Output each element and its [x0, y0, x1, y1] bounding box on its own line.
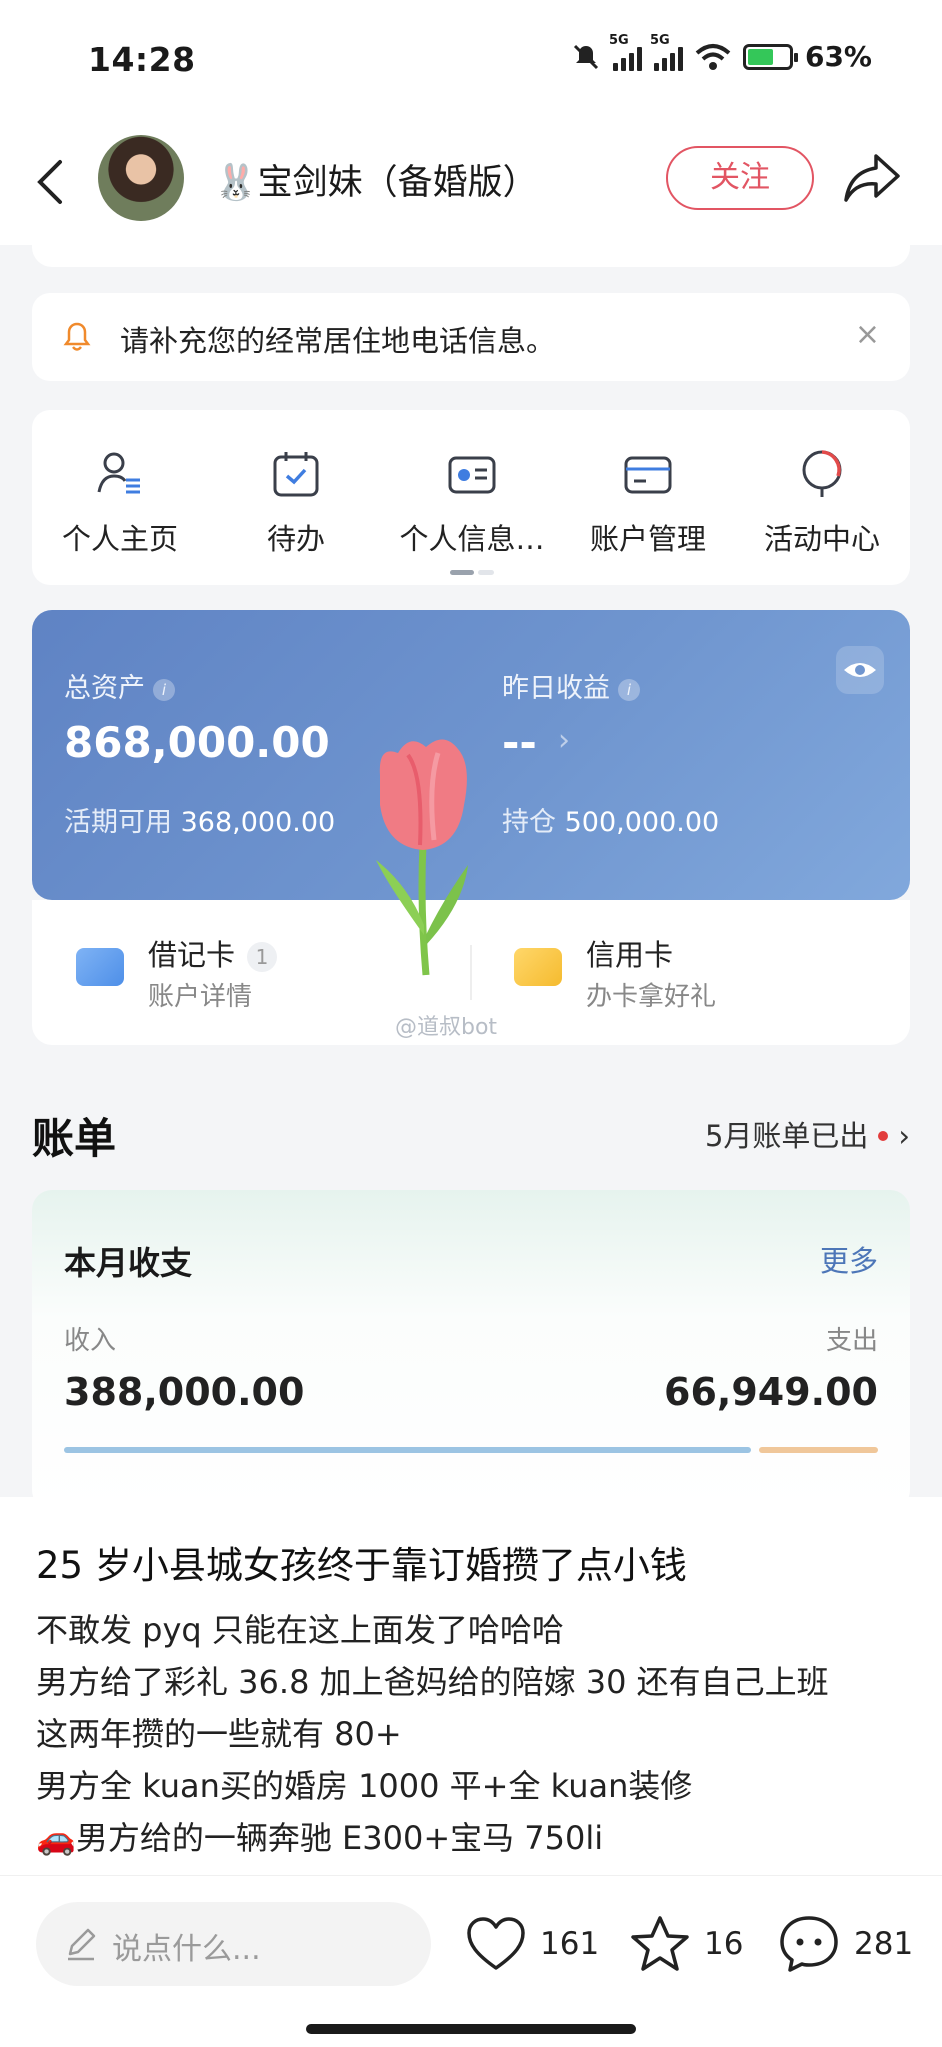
bottom-action-bar: 说点什么... 161 16 281	[0, 1875, 942, 2047]
menu-item-personal-info[interactable]: 个人信息…	[384, 448, 560, 558]
status-icons: 5G 5G 63%	[571, 33, 872, 73]
comment-bubble-icon	[780, 1916, 838, 1972]
bank-app-screenshot: 请补充您的经常居住地电话信息。 × 个人主页 待办 个人信息… 账户管理 活动中…	[0, 245, 942, 1497]
menu-item-activity-center[interactable]: 活动中心	[734, 448, 910, 558]
favorite-button[interactable]: 16	[630, 1904, 743, 1984]
bill-section-title: 账单	[32, 1114, 117, 1163]
signal-icon-2: 5G	[650, 33, 683, 71]
wifi-icon	[695, 43, 731, 70]
comment-count: 281	[854, 1926, 914, 1962]
credit-card-icon	[514, 948, 562, 986]
info-icon: i	[618, 678, 640, 701]
expense-value: 66,949.00	[664, 1370, 878, 1414]
available-balance: 活期可用 368,000.00	[64, 807, 336, 838]
watermark: @道叔bot	[395, 1015, 498, 1040]
avatar[interactable]	[98, 135, 184, 221]
bell-icon	[63, 322, 91, 351]
heart-icon	[467, 1917, 525, 1970]
battery-icon	[742, 43, 798, 70]
more-link[interactable]: 更多	[820, 1238, 878, 1280]
share-icon[interactable]	[842, 150, 902, 206]
holding-value: 持仓 500,000.00	[502, 807, 720, 838]
expense-bar	[759, 1447, 878, 1453]
close-icon[interactable]: ×	[855, 317, 880, 352]
bill-status[interactable]: 5月账单已出 ›	[705, 1113, 910, 1155]
back-icon[interactable]	[30, 152, 70, 212]
credit-card-title[interactable]: 信用卡	[586, 932, 673, 974]
follow-button[interactable]: 关注	[666, 146, 814, 210]
monthly-summary-card[interactable]: 本月收支 更多 收入 支出 388,000.00 66,949.00	[32, 1190, 910, 1497]
menu-item-todo[interactable]: 待办	[208, 448, 384, 558]
status-time: 14:28	[88, 40, 196, 79]
tulip-sticker	[376, 739, 468, 976]
person-list-icon	[97, 452, 140, 494]
total-assets-value: 868,000.00	[64, 718, 330, 767]
like-button[interactable]: 161	[466, 1904, 599, 1984]
battery-percent: 63%	[804, 40, 872, 73]
chevron-right-icon: ›	[318, 723, 330, 758]
income-label: 收入	[64, 1326, 117, 1356]
post-body-line: 男方给了彩礼 36.8 加上爸妈给的陪嫁 30 还有自己上班	[36, 1663, 829, 1701]
debit-card-title[interactable]: 借记卡 1	[148, 932, 278, 974]
info-icon: i	[153, 678, 175, 701]
income-value: 388,000.00	[64, 1370, 305, 1414]
author-nickname[interactable]: 🐰宝剑妹（备婚版）	[214, 154, 538, 205]
debit-card-icon	[76, 948, 124, 986]
post-body-line: 这两年攒的一些就有 80+	[36, 1715, 402, 1753]
yesterday-earnings-value: --	[502, 718, 537, 767]
notice-banner[interactable]: 请补充您的经常居住地电话信息。 ×	[32, 293, 910, 381]
credit-card-subtitle[interactable]: 办卡拿好礼	[586, 976, 716, 1013]
mute-icon	[573, 44, 599, 69]
calendar-check-icon	[273, 452, 319, 497]
chevron-right-icon: ›	[898, 1119, 910, 1153]
quick-menu: 个人主页 待办 个人信息… 账户管理 活动中心	[32, 410, 910, 585]
home-indicator	[306, 2024, 636, 2034]
signal-icon-1: 5G	[609, 33, 642, 71]
id-card-icon	[448, 456, 496, 494]
debit-card-subtitle[interactable]: 账户详情	[148, 976, 252, 1013]
page-indicator	[450, 570, 494, 575]
post-body-line: 不敢发 pyq 只能在这上面发了哈哈哈	[36, 1611, 564, 1649]
menu-item-profile[interactable]: 个人主页	[32, 448, 208, 558]
unread-dot	[878, 1131, 889, 1141]
like-count: 161	[540, 1926, 600, 1962]
bank-card-icon	[624, 456, 672, 494]
post-body-line: 🚗男方给的一辆奔驰 E300+宝马 750li	[36, 1819, 604, 1857]
comment-button[interactable]: 281	[778, 1904, 913, 1984]
status-bar: 14:28 5G 5G 63%	[0, 0, 942, 120]
post-body-line: 男方全 kuan买的婚房 1000 平+全 kuan装修	[36, 1767, 693, 1805]
income-bar	[64, 1447, 751, 1453]
expense-label: 支出	[825, 1326, 878, 1356]
total-assets-label: 总资产 i	[64, 666, 175, 705]
notice-text: 请补充您的经常居住地电话信息。	[120, 324, 556, 358]
balloon-icon	[802, 450, 842, 497]
favorite-count: 16	[704, 1926, 744, 1962]
chevron-right-icon: ›	[558, 723, 570, 758]
menu-item-account-management[interactable]: 账户管理	[560, 448, 736, 558]
comment-input[interactable]: 说点什么...	[36, 1902, 431, 1986]
post-title: 25 岁小县城女孩终于靠订婚攒了点小钱	[36, 1544, 687, 1587]
yesterday-earnings-label: 昨日收益 i	[502, 666, 640, 705]
monthly-title: 本月收支	[64, 1244, 193, 1282]
star-icon	[631, 1916, 689, 1971]
post-header: 🐰宝剑妹（备婚版） 关注	[0, 120, 942, 245]
eye-icon[interactable]	[836, 646, 884, 694]
pencil-icon	[68, 1928, 96, 1961]
